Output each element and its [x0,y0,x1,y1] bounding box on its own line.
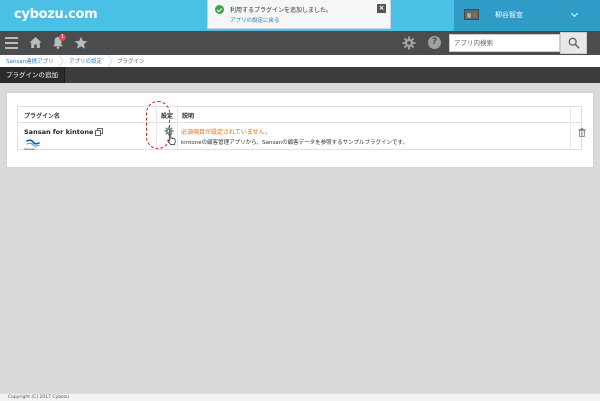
user-menu[interactable]: 柳谷智宣 [454,0,600,31]
back-to-app-settings-link[interactable]: アプリの設定に戻る [230,16,280,24]
user-name: 柳谷智宣 [495,11,523,19]
column-divider [177,107,178,149]
breadcrumb-app-settings[interactable]: アプリの設定 [69,57,102,65]
plugin-panel: プラグイン名 設定 説明 Sansan for kintone Sansan 必… [6,92,594,168]
breadcrumb-current: プラグイン [117,59,145,65]
home-icon[interactable] [29,36,42,49]
column-header-settings: 設定 [161,113,174,120]
gear-icon[interactable] [402,36,416,50]
search-icon [568,37,580,49]
avatar [464,9,479,20]
notification-message: 利用するプラグインを追加しました。 [230,7,333,14]
column-divider [156,107,157,149]
tab-add-plugin[interactable]: プラグインの追加 [0,67,65,83]
global-nav: 1 ? [0,31,600,55]
chevron-down-icon [570,9,579,18]
notification-popup: 利用するプラグインを追加しました。 アプリの設定に戻る × [207,0,391,29]
column-divider [570,107,571,149]
breadcrumb-separator [107,55,113,67]
star-icon[interactable] [74,36,88,50]
help-icon[interactable]: ? [428,36,441,49]
copy-icon[interactable] [95,128,103,136]
breadcrumb-separator [58,55,64,67]
top-header: cybozu.com 利用するプラグインを追加しました。 アプリの設定に戻る ×… [0,0,600,31]
notification-count-badge: 1 [59,34,66,41]
breadcrumb-app[interactable]: Sansan連携アプリ [6,57,54,65]
cybozu-logo[interactable]: cybozu.com [14,7,98,22]
sansan-logo-text: Sansan [24,147,35,151]
footer: Copyright (C) 2017 Cybozu [0,393,600,401]
trash-icon[interactable] [578,128,586,137]
close-icon[interactable]: × [377,4,386,13]
plugin-description: kintoneの顧客管理アプリから、Sansanの顧客データを参照するサンプルプ… [181,140,408,146]
breadcrumb: Sansan連携アプリ アプリの設定 プラグイン [0,55,600,67]
column-header-description: 説明 [182,113,195,120]
header-divider [18,122,581,123]
plugin-table: プラグイン名 設定 説明 Sansan for kintone Sansan 必… [17,106,586,151]
plugin-name: Sansan for kintone [24,128,94,136]
hamburger-menu-icon[interactable] [5,37,18,49]
check-circle-icon [215,5,224,14]
app-search-input[interactable] [449,34,560,52]
copyright-text: Copyright (C) 2017 Cybozu [8,395,70,400]
search-button[interactable] [560,32,587,54]
required-fields-warning: 必須項目が設定されていません。 [181,129,271,136]
column-header-name: プラグイン名 [24,113,61,120]
cursor-hand-icon [167,134,176,145]
page-title-bar: プラグインの追加 [0,67,600,83]
